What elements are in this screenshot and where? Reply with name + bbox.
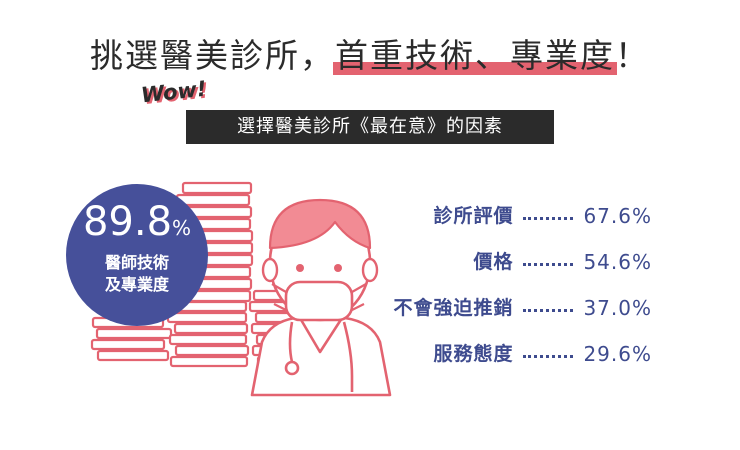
highlight-label-line1: 醫師技術 bbox=[104, 253, 169, 272]
highlight-value: 89.8% bbox=[67, 198, 207, 252]
factor-label: 不會強迫推銷 bbox=[393, 297, 514, 319]
factor-value: 37.0% bbox=[583, 296, 652, 320]
dotted-leader bbox=[523, 262, 574, 266]
factor-label: 價格 bbox=[473, 251, 514, 273]
factor-row: 不會強迫推銷 37.0% bbox=[393, 293, 652, 323]
factor-row: 服務態度 29.6% bbox=[433, 339, 652, 369]
dotted-leader bbox=[523, 216, 574, 220]
factor-value: 67.6% bbox=[583, 204, 652, 228]
highlight-value-number: 89.8 bbox=[82, 199, 173, 245]
highlight-value-unit: % bbox=[172, 216, 192, 240]
headline-highlight-text: 首重技術、專業度 bbox=[335, 36, 615, 75]
factor-row: 診所評價 67.6% bbox=[433, 201, 652, 231]
infographic-canvas: 挑選醫美診所，首重技術、專業度！ Wow! 選擇醫美診所《最在意》的因素 89.… bbox=[0, 0, 740, 450]
factor-value: 54.6% bbox=[583, 250, 652, 274]
dotted-leader bbox=[523, 354, 574, 358]
highlight-circle-text: 89.8% 醫師技術 及專業度 bbox=[67, 198, 207, 296]
factor-label: 服務態度 bbox=[433, 343, 514, 365]
dotted-leader bbox=[523, 308, 574, 312]
factor-label: 診所評價 bbox=[433, 205, 514, 227]
highlight-label-line2: 及專業度 bbox=[104, 275, 169, 294]
factor-row: 價格 54.6% bbox=[473, 247, 652, 277]
factor-value: 29.6% bbox=[583, 342, 652, 366]
